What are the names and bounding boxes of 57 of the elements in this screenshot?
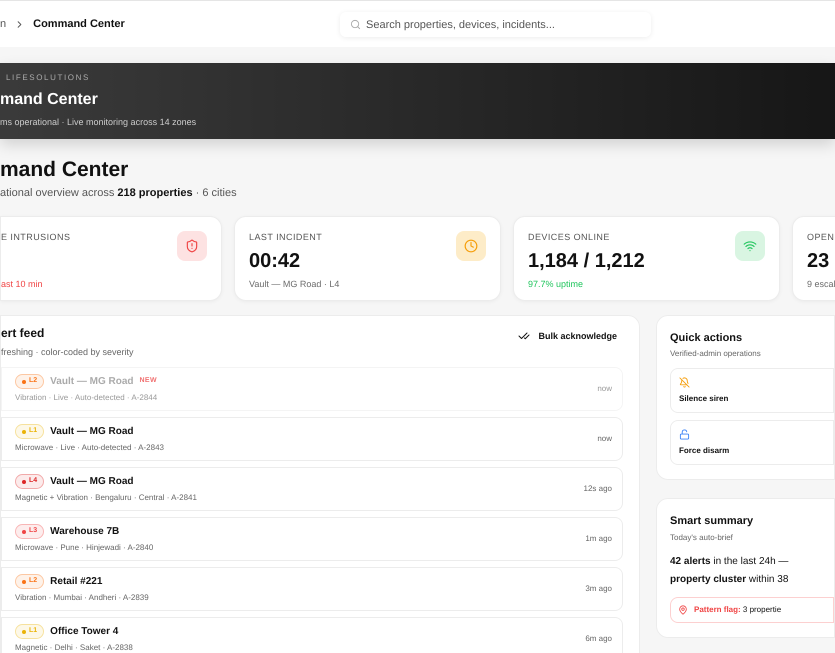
stat-note: 97.7% uptime — [528, 278, 584, 291]
quick-action-button[interactable]: Force disarm — [670, 420, 834, 465]
stat-label: DEVICES ONLINE — [528, 230, 611, 244]
bell-off-icon — [679, 376, 690, 388]
alert-title: Office Tower 4 — [50, 625, 118, 639]
alert-title: Vault — MG Road — [50, 375, 134, 389]
alert-time: 6m ago — [585, 633, 612, 645]
wifi-icon — [735, 230, 765, 260]
alert-meta: Magnetic · Delhi · Saket · A-2838 — [15, 642, 133, 653]
stat-value: 1,184 / 1,212 — [528, 249, 645, 274]
alert-meta: Vibration · Mumbai · Andheri · A-2839 — [15, 592, 149, 604]
page-subtitle: ational overview across 218 properties · 6 cities — [0, 186, 238, 201]
summary-text: 42 alerts in the last 24h — — [670, 554, 790, 568]
search-icon — [350, 18, 361, 30]
breadcrumb-link[interactable]: n — [0, 16, 6, 32]
alert-meta: Microwave · Pune · Hinjewadi · A-2840 — [15, 542, 154, 554]
stat-label: LAST INCIDENT — [249, 230, 324, 244]
clock-icon — [456, 230, 486, 260]
stat-label: OPEN — [807, 230, 835, 244]
alert-meta: Magnetic + Vibration · Bengaluru · Central · A-2841 — [15, 492, 197, 504]
bulk-acknowledge-button[interactable]: Bulk acknowledge — [518, 330, 617, 343]
alert-time: 3m ago — [585, 583, 612, 595]
summary-text: property cluster within 38 — [670, 572, 790, 586]
stat-value: 23 — [807, 249, 830, 274]
alert-meta: Vibration · Live · Auto-detected · A-2844 — [15, 392, 158, 404]
hero-eyebrow: LIFESOLUTIONS — [5, 72, 91, 84]
stat-note: Vault — MG Road · L4 — [249, 278, 340, 291]
pattern-flag-text: Pattern flag: 3 propertie — [694, 604, 782, 616]
double-check-icon — [518, 330, 530, 342]
card-title: Smart summary — [670, 514, 754, 529]
stat-label: E INTRUSIONS — [1, 230, 70, 244]
panel-subtitle: freshing · color-coded by severity — [1, 346, 134, 359]
alert-time: 1m ago — [585, 533, 612, 545]
hero-title: mand Center — [0, 90, 99, 110]
hero-status: ms operational · Live monitoring across 14 zones — [0, 116, 198, 130]
card-subtitle: Verified-admin operations — [670, 348, 762, 360]
card-title: Quick actions — [670, 330, 744, 346]
alert-title: Vault — MG Road — [50, 425, 134, 439]
alert-meta: Microwave · Live · Auto-detected · A-2843 — [15, 442, 164, 454]
shield-alert-icon — [177, 230, 207, 260]
quick-action-button[interactable]: Silence siren — [670, 368, 834, 413]
stat-value: 00:42 — [249, 249, 302, 274]
alert-time: now — [597, 433, 612, 445]
page-title: mand Center — [0, 157, 130, 183]
alert-time: now — [597, 383, 612, 395]
stat-note: 9 escal — [807, 278, 835, 291]
panel-title: ert feed — [1, 324, 46, 342]
alert-title: Vault — MG Road — [50, 475, 134, 489]
breadcrumb-current: Command Center — [33, 16, 125, 32]
alert-time: 12s ago — [584, 483, 612, 495]
stat-note: ast 10 min — [1, 278, 44, 291]
alert-title: Retail #221 — [50, 575, 102, 589]
unlocked-padlock-icon — [679, 428, 690, 440]
card-subtitle: Today's auto-brief — [670, 532, 734, 544]
search-field[interactable]: Search properties, devices, incidents... — [340, 12, 651, 37]
alert-title: Warehouse 7B — [50, 525, 120, 539]
map-pin-icon — [678, 604, 688, 614]
